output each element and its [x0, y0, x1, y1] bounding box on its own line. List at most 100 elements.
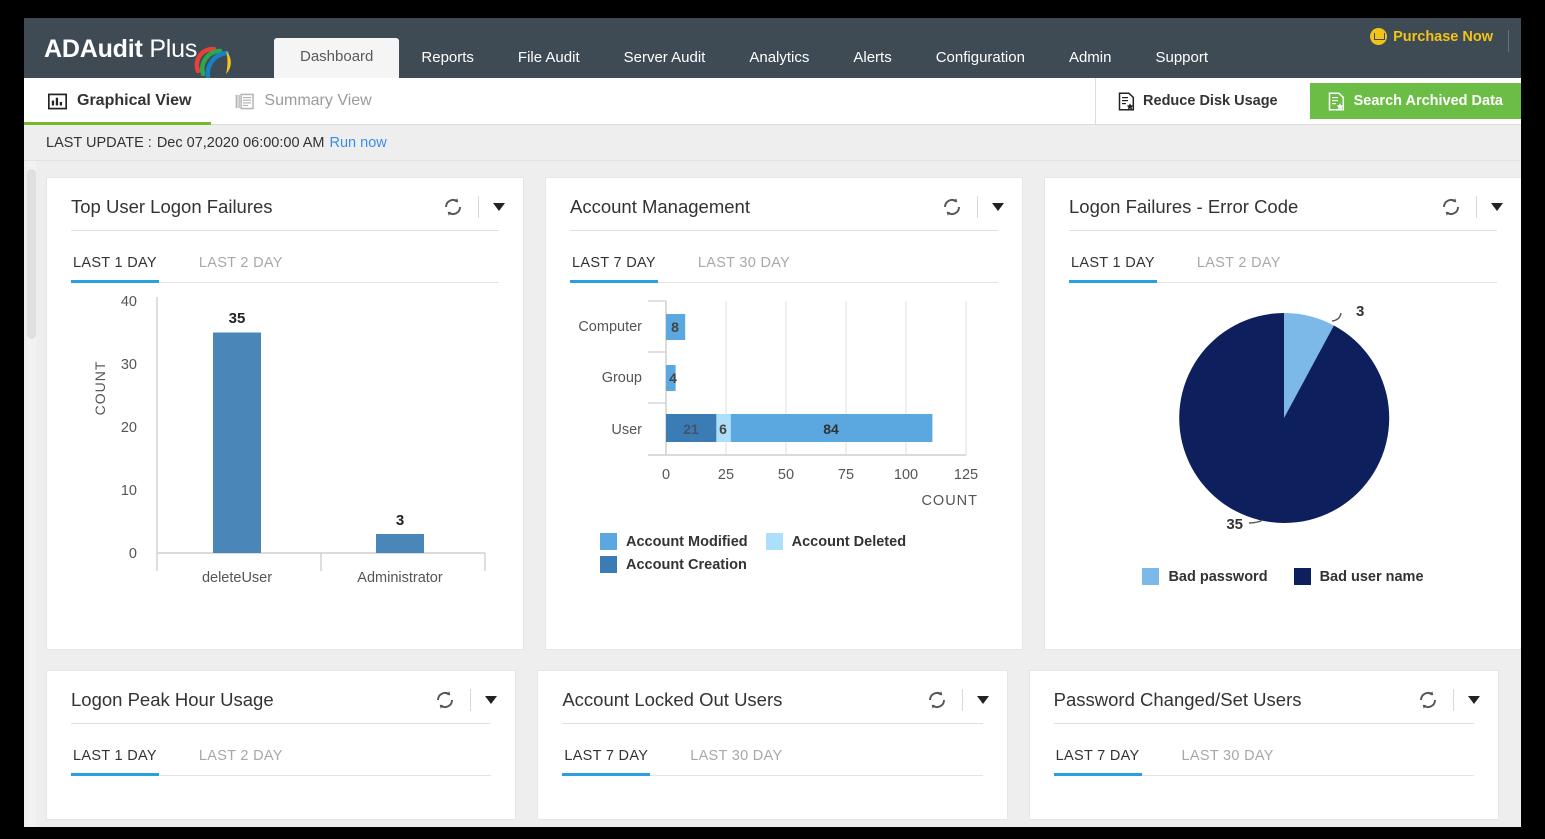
- content-scrollbar-thumb[interactable]: [27, 169, 36, 339]
- top-navigation-bar: ADAudit Plus Dashboard Reports File Audi…: [24, 18, 1521, 80]
- bar-deleteuser[interactable]: [213, 332, 261, 554]
- nav-tab-alerts[interactable]: Alerts: [831, 41, 913, 78]
- nav-tab-admin[interactable]: Admin: [1047, 41, 1134, 78]
- card-logon-failures-error-code: Logon Failures - Error Code LAST 1 DAY L…: [1044, 177, 1521, 650]
- last-update-prefix: LAST UPDATE :: [46, 134, 152, 151]
- card-header: Logon Peak Hour Usage: [47, 671, 515, 723]
- app-logo[interactable]: ADAudit Plus: [24, 35, 274, 80]
- nav-tab-file-audit[interactable]: File Audit: [496, 41, 602, 78]
- card-account-management: Account Management LAST 7 DAY LAST 30 DA…: [545, 177, 1023, 650]
- x-label-administrator: Administrator: [357, 570, 443, 586]
- period-tab-last-30-day[interactable]: LAST 30 DAY: [1166, 748, 1290, 775]
- bar-administrator[interactable]: [376, 534, 424, 553]
- y-tick-30: 30: [121, 357, 137, 373]
- y-tick-20: 20: [121, 420, 137, 436]
- chevron-down-icon[interactable]: [1467, 696, 1480, 704]
- period-tab-last-2-day[interactable]: LAST 2 DAY: [183, 255, 299, 282]
- card-title-logon-failures-error-code: Logon Failures - Error Code: [1069, 196, 1299, 217]
- header-divider: [1476, 196, 1477, 218]
- period-tabs: LAST 1 DAY LAST 2 DAY: [71, 255, 499, 283]
- refresh-icon[interactable]: [941, 196, 963, 218]
- legend-item-account-creation[interactable]: Account Creation: [600, 556, 998, 573]
- summary-list-icon: [236, 93, 255, 109]
- header-divider: [961, 689, 963, 711]
- header-rule: [71, 230, 499, 231]
- card-password-changed-set-users: Password Changed/Set Users LAST 7 DAY LA…: [1028, 670, 1499, 820]
- dashboard-row-2: Logon Peak Hour Usage LAST 1 DAY LAST 2 …: [46, 670, 1499, 820]
- tab-summary-view[interactable]: Summary View: [211, 78, 391, 124]
- summary-view-label: Summary View: [264, 92, 372, 109]
- legend-item-bad-user-name[interactable]: Bad user name: [1293, 568, 1424, 585]
- period-tab-last-2-day[interactable]: LAST 2 DAY: [1181, 255, 1297, 282]
- chevron-down-icon[interactable]: [485, 696, 498, 704]
- header-divider: [977, 196, 978, 218]
- period-tab-last-7-day[interactable]: LAST 7 DAY: [562, 748, 674, 776]
- y-tick-0: 0: [129, 546, 137, 562]
- tab-graphical-view[interactable]: Graphical View: [24, 78, 212, 125]
- reduce-disk-usage-button[interactable]: Reduce Disk Usage: [1095, 78, 1300, 124]
- period-tab-last-2-day[interactable]: LAST 2 DAY: [183, 748, 299, 775]
- x-tick-25: 25: [718, 467, 734, 483]
- refresh-icon[interactable]: [434, 689, 456, 711]
- legend-swatch-account-deleted: [765, 533, 783, 550]
- refresh-icon[interactable]: [1440, 196, 1462, 218]
- period-tab-last-7-day[interactable]: LAST 7 DAY: [1053, 748, 1166, 776]
- chevron-down-icon[interactable]: [493, 203, 505, 211]
- topbar-divider: [1508, 30, 1509, 52]
- legend-item-bad-password[interactable]: Bad password: [1142, 568, 1268, 585]
- card-header: Top User Logon Failures: [47, 178, 523, 230]
- legend-item-account-deleted[interactable]: Account Deleted: [765, 533, 906, 550]
- period-tab-last-1-day[interactable]: LAST 1 DAY: [71, 748, 183, 776]
- header-rule: [562, 723, 983, 724]
- purchase-now-button[interactable]: Purchase Now: [1370, 28, 1493, 45]
- bar-label-user-6: 6: [719, 421, 727, 437]
- card-title-account-management: Account Management: [570, 196, 750, 217]
- logo-light-text: Plus: [142, 35, 198, 63]
- refresh-icon[interactable]: [926, 689, 948, 711]
- legend-swatch-bad-user-name: [1293, 568, 1311, 585]
- adaudit-plus-application: ADAudit Plus Dashboard Reports File Audi…: [24, 18, 1521, 827]
- header-divider: [1452, 689, 1454, 711]
- card-header: Account Locked Out Users: [538, 671, 1006, 723]
- nav-tab-analytics[interactable]: Analytics: [727, 41, 831, 78]
- search-archived-data-button[interactable]: Search Archived Data: [1309, 83, 1521, 119]
- refresh-icon[interactable]: [442, 196, 464, 218]
- pie-chart: 3 35: [1179, 303, 1390, 533]
- y-axis-title: COUNT: [92, 361, 108, 416]
- nav-tab-reports[interactable]: Reports: [399, 41, 496, 78]
- nav-tab-dashboard[interactable]: Dashboard: [274, 38, 400, 78]
- card-title-account-locked-out-users: Account Locked Out Users: [562, 689, 783, 710]
- x-tick-100: 100: [894, 467, 918, 483]
- pie-leader-bad-user-name: [1248, 519, 1264, 524]
- nav-tab-server-audit[interactable]: Server Audit: [602, 41, 728, 78]
- header-divider: [478, 196, 479, 218]
- header-rule: [1053, 723, 1474, 724]
- header-rule: [570, 230, 998, 231]
- run-now-link[interactable]: Run now: [330, 135, 387, 151]
- refresh-icon[interactable]: [1417, 689, 1439, 711]
- nav-tab-configuration[interactable]: Configuration: [914, 41, 1047, 78]
- chevron-down-icon[interactable]: [976, 696, 989, 704]
- legend-label-account-modified: Account Modified: [626, 533, 748, 550]
- period-tabs: LAST 7 DAY LAST 30 DAY: [570, 255, 998, 283]
- pie-label-bad-user-name: 35: [1226, 516, 1243, 533]
- period-tab-last-1-day[interactable]: LAST 1 DAY: [71, 255, 183, 283]
- period-tab-last-30-day[interactable]: LAST 30 DAY: [674, 748, 798, 775]
- card-logon-peak-hour-usage: Logon Peak Hour Usage LAST 1 DAY LAST 2 …: [46, 670, 517, 820]
- last-update-bar: LAST UPDATE : Dec 07,2020 06:00:00 AM Ru…: [24, 125, 1521, 161]
- card-header: Logon Failures - Error Code: [1045, 178, 1521, 230]
- legend-item-account-modified[interactable]: Account Modified: [600, 533, 748, 550]
- period-tab-last-7-day[interactable]: LAST 7 DAY: [570, 255, 682, 283]
- chevron-down-icon[interactable]: [1491, 203, 1503, 211]
- period-tab-last-30-day[interactable]: LAST 30 DAY: [682, 255, 806, 282]
- period-tabs: LAST 7 DAY LAST 30 DAY: [562, 748, 983, 776]
- card-header: Password Changed/Set Users: [1030, 671, 1498, 723]
- y-tick-40: 40: [121, 294, 137, 310]
- period-tab-last-1-day[interactable]: LAST 1 DAY: [1069, 255, 1181, 283]
- screenshot-frame: ADAudit Plus Dashboard Reports File Audi…: [0, 0, 1545, 839]
- chevron-down-icon[interactable]: [992, 203, 1004, 211]
- nav-tab-support[interactable]: Support: [1133, 41, 1230, 78]
- last-update-timestamp: Dec 07,2020 06:00:00 AM: [156, 134, 325, 151]
- period-tabs: LAST 7 DAY LAST 30 DAY: [1053, 748, 1474, 776]
- pie-leader-bad-password: [1331, 312, 1342, 322]
